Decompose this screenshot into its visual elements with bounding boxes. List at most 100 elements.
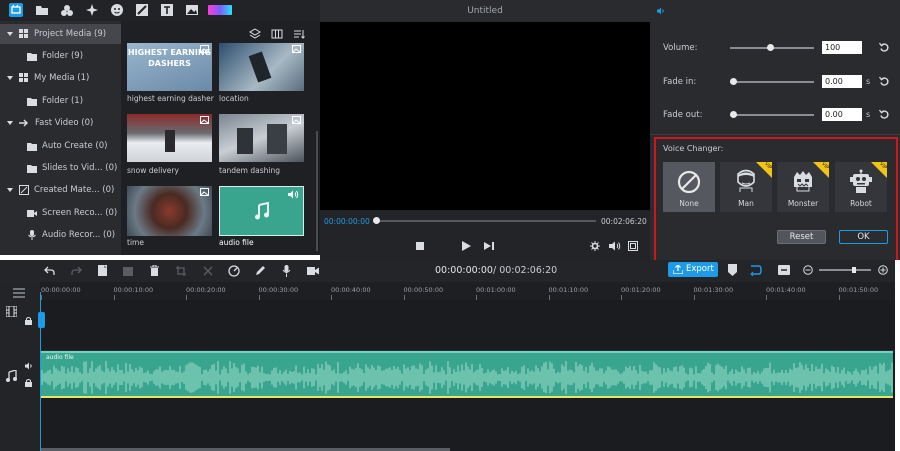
media-thumbnail[interactable] xyxy=(127,186,212,236)
media-scrollbar[interactable] xyxy=(316,131,318,251)
effects-icon[interactable] xyxy=(60,3,74,17)
microphone-icon[interactable] xyxy=(282,265,291,277)
sidebar-item-fast-video[interactable]: Fast Video (0) xyxy=(0,113,121,133)
music-track-icon xyxy=(6,370,17,382)
sidebar-item-slides-to-video[interactable]: Slides to Vid... (0) xyxy=(0,158,121,178)
ruler-tick-label: 00:00:30:00 xyxy=(258,286,299,294)
fade-in-field[interactable]: 0.00 xyxy=(822,75,862,88)
media-thumbnail[interactable] xyxy=(219,43,304,91)
sidebar-item-my-media[interactable]: My Media (1) xyxy=(0,68,121,88)
crop-icon[interactable] xyxy=(176,266,186,276)
fade-in-slider[interactable] xyxy=(730,81,814,83)
volume-knob[interactable] xyxy=(767,44,774,51)
playhead-handle[interactable] xyxy=(38,312,45,328)
audio-thumbnail[interactable] xyxy=(219,186,304,236)
reset-icon[interactable] xyxy=(879,76,890,87)
zoom-knob[interactable] xyxy=(852,267,856,273)
fade-in-knob[interactable] xyxy=(730,78,737,85)
ruler-tick-mark xyxy=(186,295,187,300)
redo-icon[interactable] xyxy=(71,266,82,276)
image-icon[interactable] xyxy=(185,3,199,17)
sidebar-item-screen-recording[interactable]: Screen Reco... (0) xyxy=(0,203,121,223)
text-icon[interactable] xyxy=(160,3,174,17)
paste-icon[interactable] xyxy=(123,265,133,276)
stop-icon[interactable] xyxy=(416,242,424,250)
pen-icon[interactable] xyxy=(255,265,266,276)
media-thumbnail[interactable] xyxy=(127,114,212,162)
speed-icon[interactable] xyxy=(228,265,240,277)
volume-field[interactable]: 100 xyxy=(822,41,862,54)
zoom-slider[interactable] xyxy=(819,269,871,271)
media-thumbnail[interactable]: HIGHEST EARNING DASHERS xyxy=(127,43,212,91)
marker-icon[interactable] xyxy=(728,264,737,276)
fullscreen-icon[interactable] xyxy=(628,241,638,251)
export-button[interactable]: Export xyxy=(668,262,718,277)
sidebar-item-folder[interactable]: Folder (1) xyxy=(0,91,121,111)
menu-icon[interactable] xyxy=(13,288,25,298)
reset-button[interactable]: Reset xyxy=(777,230,826,244)
folder-icon[interactable] xyxy=(35,3,49,17)
next-frame-icon[interactable] xyxy=(484,242,494,250)
reset-icon[interactable] xyxy=(879,109,890,120)
sidebar-item-created-material[interactable]: Created Mate... (0) xyxy=(0,180,121,200)
fit-icon[interactable] xyxy=(778,265,790,275)
ruler-tick-label: 00:01:30:00 xyxy=(693,286,734,294)
columns-icon[interactable] xyxy=(271,28,283,40)
ok-button[interactable]: OK xyxy=(839,230,888,244)
audio-properties-panel: Volume: 100 Fade in: 0.00 s Fade out: 0.… xyxy=(650,0,900,282)
audio-clip[interactable]: audio file xyxy=(40,351,893,398)
record-video-icon[interactable] xyxy=(307,266,319,276)
media-item-label: snow delivery xyxy=(127,166,179,175)
split-clip-icon[interactable] xyxy=(203,266,213,276)
settings-icon[interactable] xyxy=(590,241,600,251)
volume-label: Volume: xyxy=(663,43,698,53)
timeline-tracks: audio file xyxy=(0,300,895,451)
reset-icon[interactable] xyxy=(879,42,890,53)
voice-man-button[interactable]: VIP Man xyxy=(720,161,773,212)
lock-icon[interactable] xyxy=(25,317,32,325)
speaker-icon[interactable] xyxy=(25,362,34,370)
voice-robot-button[interactable]: VIP Robot xyxy=(835,161,888,212)
sort-icon[interactable] xyxy=(293,28,305,40)
scrubber-knob[interactable] xyxy=(373,217,380,224)
ruler-tick-label: 00:01:10:00 xyxy=(548,286,589,294)
sidebar-item-auto-create[interactable]: Auto Create (0) xyxy=(0,136,121,156)
fade-out-knob[interactable] xyxy=(730,111,737,118)
transitions-icon[interactable] xyxy=(85,3,99,17)
robot-icon xyxy=(850,169,872,193)
play-icon[interactable] xyxy=(462,241,471,251)
track-headers xyxy=(0,282,40,451)
detach-audio-icon[interactable] xyxy=(749,264,762,276)
stickers-icon[interactable] xyxy=(110,3,124,17)
undo-icon[interactable] xyxy=(44,266,55,276)
voice-name: Robot xyxy=(850,199,872,208)
color-icon[interactable] xyxy=(208,3,232,17)
sidebar-item-audio-recording[interactable]: Audio Recor... (0) xyxy=(0,225,121,245)
lock-icon[interactable] xyxy=(25,379,32,387)
zoom-in-icon[interactable] xyxy=(878,265,888,275)
fade-out-field[interactable]: 0.00 xyxy=(822,108,862,121)
layers-icon[interactable] xyxy=(249,28,261,40)
ruler-tick-label: 00:00:00:00 xyxy=(41,286,81,294)
sidebar-item-folder[interactable]: Folder (9) xyxy=(0,46,121,66)
ruler-tick-label: 00:00:50:00 xyxy=(403,286,444,294)
preview-scrubber[interactable] xyxy=(376,220,596,222)
monster-icon xyxy=(794,171,812,192)
media-item-label: location xyxy=(219,94,249,103)
zoom-out-icon[interactable] xyxy=(803,265,813,275)
media-icon[interactable] xyxy=(9,3,23,17)
voice-monster-button[interactable]: VIP Monster xyxy=(777,161,830,212)
folder-icon xyxy=(27,52,37,61)
microphone-icon xyxy=(28,230,36,240)
image-type-icon xyxy=(292,116,301,124)
copy-icon[interactable] xyxy=(98,265,107,276)
delete-icon[interactable] xyxy=(150,265,159,276)
fade-out-slider[interactable] xyxy=(730,114,814,116)
ruler-tick-label: 00:00:40:00 xyxy=(331,286,371,294)
voice-none-button[interactable]: None xyxy=(663,162,715,212)
volume-icon[interactable] xyxy=(609,241,621,251)
ruler-tick-mark xyxy=(766,295,767,300)
split-icon[interactable] xyxy=(135,3,149,17)
sidebar-item-project-media[interactable]: Project Media (9) xyxy=(0,24,121,44)
media-thumbnail[interactable] xyxy=(219,114,304,162)
